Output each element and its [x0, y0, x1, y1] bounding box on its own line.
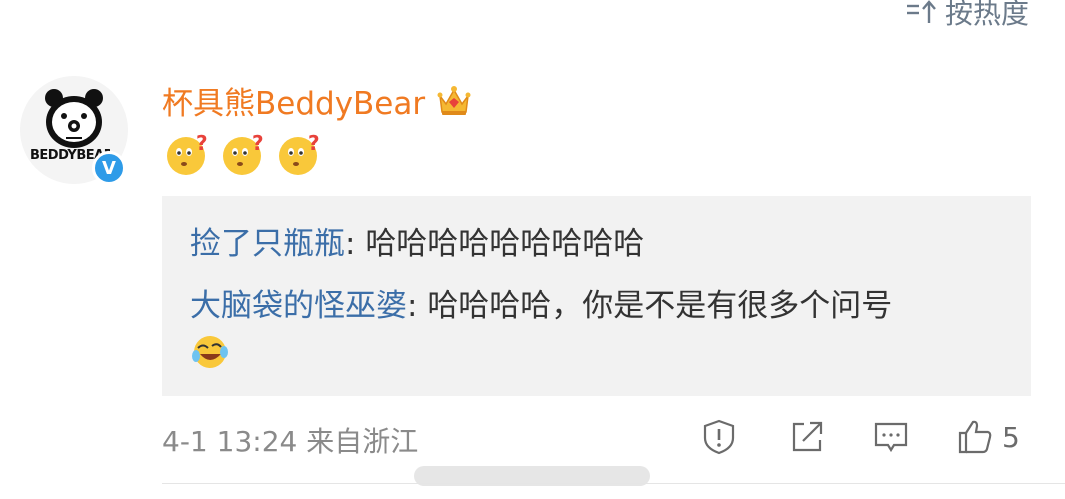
- reply-item[interactable]: 捡了只瓶瓶: 哈哈哈哈哈哈哈哈哈: [190, 218, 644, 263]
- comment-content: ? ? ?: [164, 130, 324, 178]
- like-count: 5: [1002, 420, 1020, 454]
- comment-location: 来自浙江: [306, 425, 419, 458]
- reply-separator: :: [345, 226, 366, 262]
- divider: [162, 483, 1065, 484]
- confused-face-icon: ?: [279, 131, 320, 175]
- report-icon: [703, 419, 735, 455]
- sort-label: 按热度: [944, 0, 1029, 30]
- confused-face-icon: ?: [223, 131, 264, 175]
- reply-text: 哈哈哈哈，你是不是有很多个问号: [427, 288, 893, 324]
- reply-username[interactable]: 大脑袋的怪巫婆: [190, 288, 407, 324]
- comment-meta: 4-1 13:24 来自浙江: [162, 420, 418, 460]
- sort-by-hot-button[interactable]: 按热度: [905, 0, 1029, 32]
- thumbs-up-icon: [958, 420, 992, 454]
- crown-icon: [437, 85, 471, 115]
- reply-button[interactable]: [872, 418, 910, 456]
- reply-item[interactable]: 大脑袋的怪巫婆: 哈哈哈哈，你是不是有很多个问号: [190, 280, 892, 325]
- svg-text:?: ?: [252, 131, 264, 155]
- like-button[interactable]: 5: [956, 418, 1020, 456]
- svg-text:?: ?: [308, 131, 320, 155]
- reply-separator: :: [407, 288, 428, 324]
- comment-timestamp: 4-1 13:24: [162, 425, 298, 458]
- reply-username[interactable]: 捡了只瓶瓶: [190, 226, 345, 262]
- svg-text:?: ?: [196, 131, 208, 155]
- report-button[interactable]: [700, 418, 738, 456]
- reply-text: 哈哈哈哈哈哈哈哈哈: [365, 226, 645, 262]
- comment-footer: 4-1 13:24 来自浙江 5: [162, 418, 1031, 462]
- sort-icon: [906, 0, 936, 23]
- comment-header: 杯具熊BeddyBear: [162, 78, 473, 123]
- share-button[interactable]: [788, 418, 826, 456]
- confused-face-icon: ?: [167, 131, 208, 175]
- comment-icon: [874, 422, 908, 453]
- comment-username[interactable]: 杯具熊BeddyBear: [162, 78, 425, 123]
- laugh-cry-icon: [192, 336, 228, 368]
- reply-list[interactable]: 捡了只瓶瓶: 哈哈哈哈哈哈哈哈哈 大脑袋的怪巫婆: 哈哈哈哈，你是不是有很多个问…: [162, 196, 1031, 396]
- share-icon: [792, 421, 823, 452]
- verified-icon: V: [92, 151, 126, 185]
